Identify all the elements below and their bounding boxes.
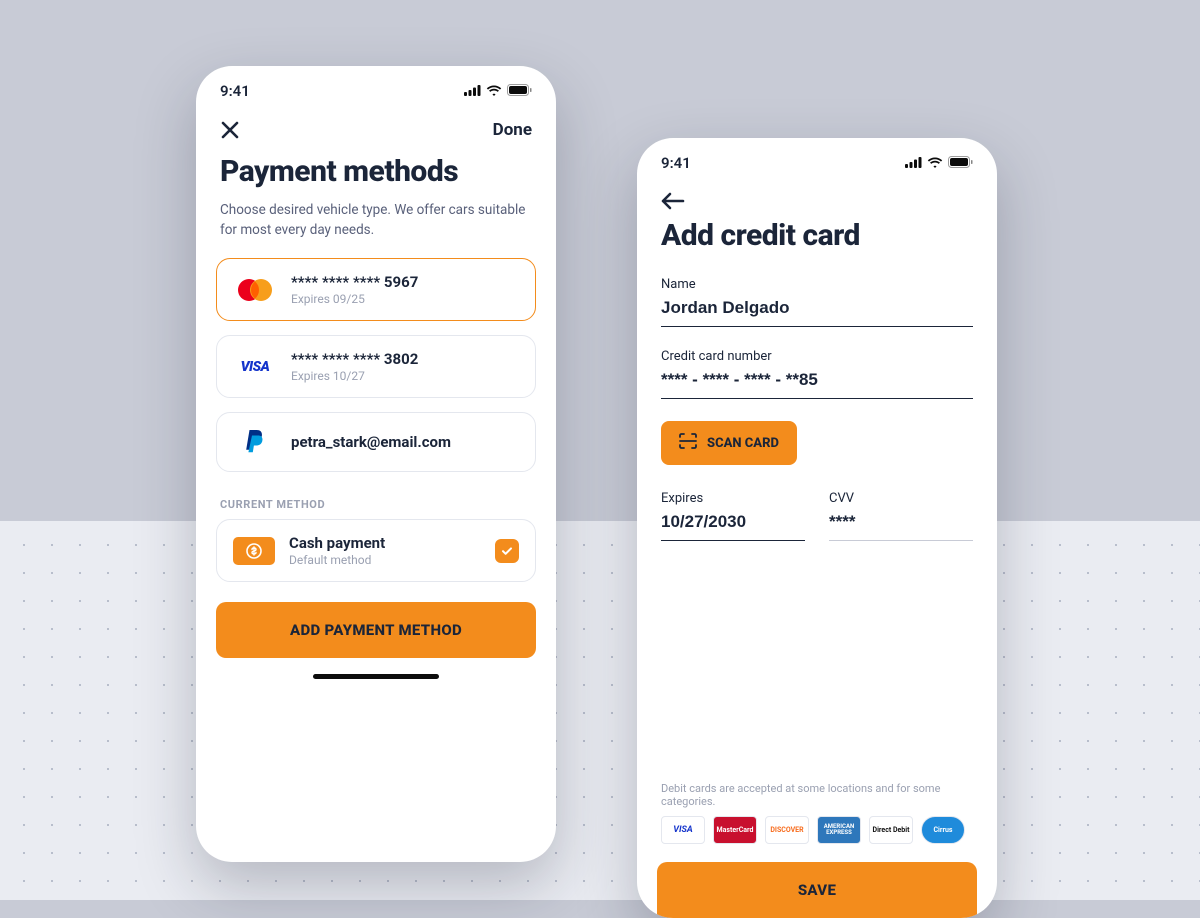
status-icons xyxy=(905,154,973,172)
ccnum-input[interactable] xyxy=(661,368,973,399)
field-cvv: CVV xyxy=(829,491,973,541)
battery-icon xyxy=(507,82,532,100)
check-icon xyxy=(495,539,519,563)
scan-icon xyxy=(679,433,697,453)
disclaimer-text: Debit cards are accepted at some locatio… xyxy=(637,782,997,816)
signal-icon xyxy=(464,82,481,100)
back-icon[interactable] xyxy=(661,192,685,210)
field-name: Name xyxy=(637,277,997,327)
signal-icon xyxy=(905,154,922,172)
cash-sub: Default method xyxy=(289,553,385,567)
mastercard-icon xyxy=(233,275,277,305)
cvv-input[interactable] xyxy=(829,510,973,541)
card-info: **** **** **** 3802 Expires 10/27 xyxy=(291,350,418,383)
page-subtitle: Choose desired vehicle type. We offer ca… xyxy=(196,199,556,258)
card-expiry: Expires 10/27 xyxy=(291,369,418,383)
done-button[interactable]: Done xyxy=(493,120,532,140)
brand-direct-debit-icon: Direct Debit xyxy=(869,816,913,844)
expires-label: Expires xyxy=(661,491,805,506)
name-input[interactable] xyxy=(661,296,973,327)
brand-mastercard-icon: MasterCard xyxy=(713,816,757,844)
status-bar: 9:41 xyxy=(196,66,556,106)
scan-label: SCAN CARD xyxy=(707,436,779,451)
page-title: Payment methods xyxy=(196,150,556,199)
name-label: Name xyxy=(661,277,973,292)
top-bar xyxy=(637,178,997,214)
brand-discover-icon: DISCOVER xyxy=(765,816,809,844)
brand-visa-icon: VISA xyxy=(661,816,705,844)
expires-cvv-row: Expires CVV xyxy=(637,491,997,541)
wifi-icon xyxy=(486,82,502,100)
card-expiry: Expires 09/25 xyxy=(291,292,418,306)
wifi-icon xyxy=(927,154,943,172)
cash-icon xyxy=(233,537,275,565)
status-bar: 9:41 xyxy=(637,138,997,178)
accepted-cards: VISA MasterCard DISCOVER AMERICAN EXPRES… xyxy=(637,816,997,862)
bottom-area: Debit cards are accepted at some locatio… xyxy=(637,782,997,918)
add-payment-method-button[interactable]: ADD PAYMENT METHOD xyxy=(216,602,536,658)
close-icon[interactable] xyxy=(220,120,240,140)
ccnum-label: Credit card number xyxy=(661,349,973,364)
background-dots xyxy=(0,521,1200,900)
field-card-number: Credit card number xyxy=(637,349,997,399)
card-info: petra_stark@email.com xyxy=(291,433,451,451)
payment-card-paypal[interactable]: petra_stark@email.com xyxy=(216,412,536,472)
payment-card-visa[interactable]: VISA **** **** **** 3802 Expires 10/27 xyxy=(216,335,536,398)
card-number: **** **** **** 3802 xyxy=(291,350,418,368)
brand-amex-icon: AMERICAN EXPRESS xyxy=(817,816,861,844)
paypal-icon xyxy=(233,427,277,457)
card-number: **** **** **** 5967 xyxy=(291,273,418,291)
status-time: 9:41 xyxy=(220,82,250,100)
visa-icon: VISA xyxy=(233,352,277,382)
home-indicator xyxy=(313,674,439,679)
status-icons xyxy=(464,82,532,100)
battery-icon xyxy=(948,154,973,172)
current-method-label: CURRENT METHOD xyxy=(196,486,556,519)
phone-add-credit-card: 9:41 Add credit card Name Credit card nu… xyxy=(637,138,997,918)
payment-card-mastercard[interactable]: **** **** **** 5967 Expires 09/25 xyxy=(216,258,536,321)
scan-card-button[interactable]: SCAN CARD xyxy=(661,421,797,465)
card-info: **** **** **** 5967 Expires 09/25 xyxy=(291,273,418,306)
cash-payment-row[interactable]: Cash payment Default method xyxy=(216,519,536,582)
top-bar: Done xyxy=(196,106,556,150)
field-expires: Expires xyxy=(661,491,805,541)
save-button[interactable]: SAVE xyxy=(657,862,977,918)
page-title: Add credit card xyxy=(637,214,997,263)
phone-payment-methods: 9:41 Done Payment methods Choose desired… xyxy=(196,66,556,862)
expires-input[interactable] xyxy=(661,510,805,541)
paypal-email: petra_stark@email.com xyxy=(291,433,451,451)
cash-title: Cash payment xyxy=(289,534,385,552)
status-time: 9:41 xyxy=(661,154,691,172)
cvv-label: CVV xyxy=(829,491,973,506)
brand-cirrus-icon: Cirrus xyxy=(921,816,965,844)
cash-info: Cash payment Default method xyxy=(289,534,385,567)
